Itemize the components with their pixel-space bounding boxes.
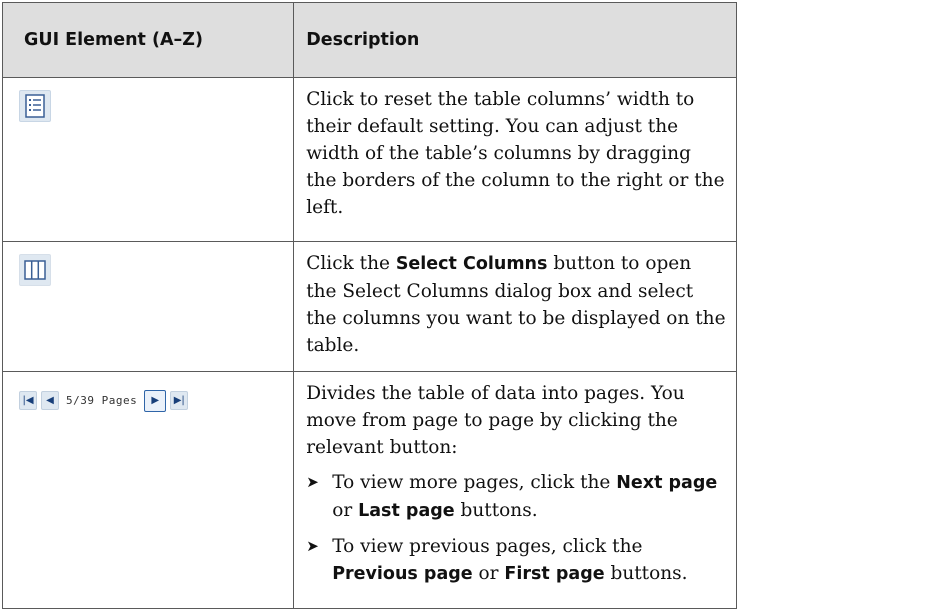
bullet-list: ➤ To view more pages, click the Next pag… — [306, 469, 726, 588]
bullet-text: To view previous pages, click the — [332, 536, 643, 557]
table-row: Click the Select Columns button to open … — [1, 241, 737, 372]
select-columns-label: Select Columns — [395, 254, 548, 274]
page-indicator: 5/39 Pages — [66, 394, 138, 407]
pagination-control: |◀ ◀ 5/39 Pages ▶ ▶| — [19, 387, 293, 414]
select-columns-icon[interactable] — [19, 254, 51, 286]
gui-element-cell — [1, 77, 295, 242]
bullet-text: or — [472, 563, 505, 584]
description-text: Click the — [306, 253, 396, 274]
first-page-button[interactable]: |◀ — [19, 391, 37, 410]
gui-element-cell — [1, 241, 295, 372]
bullet-arrow-icon: ➤ — [306, 537, 319, 555]
bullet-text: buttons. — [454, 500, 538, 521]
first-page-label: First page — [504, 564, 605, 584]
next-page-label: Next page — [616, 473, 718, 493]
bullet-text: or — [332, 500, 359, 521]
description-cell: Click to reset the table columns’ width … — [293, 77, 737, 242]
last-page-button[interactable]: ▶| — [170, 391, 189, 410]
bullet-text: To view more pages, click the — [332, 472, 617, 493]
bullet-arrow-icon: ➤ — [306, 473, 319, 491]
table-header-row: GUI Element (A–Z) Description — [1, 2, 737, 78]
header-gui-element: GUI Element (A–Z) — [1, 2, 295, 78]
first-page-icon: |◀ — [22, 394, 34, 406]
previous-page-label: Previous page — [332, 564, 473, 584]
next-page-icon: ▶ — [151, 394, 160, 406]
description-text: Divides the table of data into pages. Yo… — [306, 383, 685, 458]
table-row: |◀ ◀ 5/39 Pages ▶ ▶| Divides the table o… — [1, 371, 737, 609]
table-row: Click to reset the table columns’ width … — [1, 77, 737, 242]
list-item: ➤ To view previous pages, click the Prev… — [306, 533, 726, 588]
gui-element-cell: |◀ ◀ 5/39 Pages ▶ ▶| — [1, 371, 295, 609]
description-cell: Divides the table of data into pages. Yo… — [293, 371, 737, 609]
description-cell: Click the Select Columns button to open … — [293, 241, 737, 372]
bullet-text: buttons. — [604, 563, 688, 584]
last-page-label: Last page — [358, 501, 455, 521]
list-item: ➤ To view more pages, click the Next pag… — [306, 469, 726, 525]
gui-elements-table: GUI Element (A–Z) Description Click to r… — [1, 2, 737, 609]
header-description: Description — [293, 2, 737, 78]
previous-page-icon: ◀ — [46, 394, 54, 406]
next-page-button[interactable]: ▶ — [144, 389, 167, 412]
previous-page-button[interactable]: ◀ — [41, 391, 59, 410]
reset-columns-width-icon[interactable] — [19, 90, 51, 122]
last-page-icon: ▶| — [173, 394, 185, 406]
